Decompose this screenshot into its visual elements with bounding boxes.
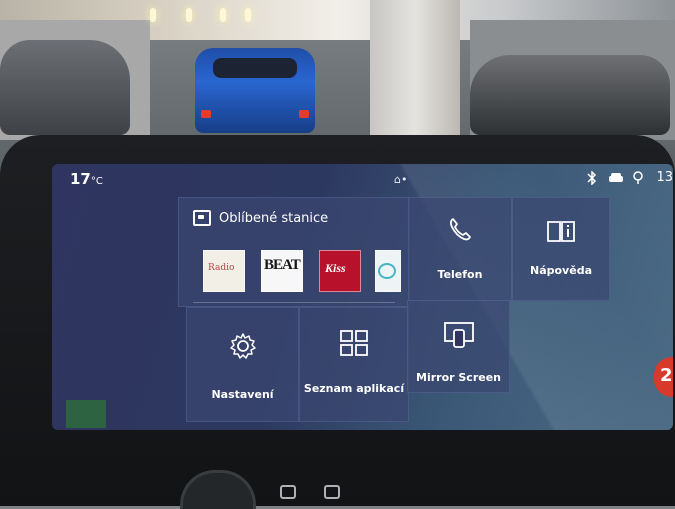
favorite-stations-tile[interactable]: Oblíbené stanice Radio BEAT Kiss xyxy=(178,197,410,307)
phone-icon xyxy=(450,218,471,241)
ceiling-light xyxy=(245,8,251,22)
station-logo-3[interactable]: Kiss xyxy=(319,250,361,292)
tail-light xyxy=(201,110,211,118)
blue-car xyxy=(195,48,315,133)
pillar xyxy=(370,0,460,150)
napoveda-tile[interactable]: Nápověda xyxy=(512,197,610,301)
tail-light xyxy=(299,110,309,118)
station-logo-2[interactable]: BEAT xyxy=(261,250,303,292)
parked-car-right xyxy=(470,55,670,135)
location-pin-icon xyxy=(633,170,644,184)
station-4-logo xyxy=(378,263,396,279)
showroom-background xyxy=(0,0,675,150)
gear-icon xyxy=(229,333,256,359)
nastaveni-label: Nastavení xyxy=(211,388,274,401)
book-info-icon xyxy=(547,221,575,242)
nastaveni-tile[interactable]: Nastavení xyxy=(186,307,299,422)
status-strip xyxy=(66,400,106,428)
bluetooth-icon xyxy=(587,170,597,185)
ceiling-light xyxy=(220,8,226,22)
grid-icon xyxy=(340,330,368,356)
station-logo-1[interactable]: Radio xyxy=(203,250,245,292)
infotainment-screen: 17°C ⌂• 13 Oblíbené stanice Radio BEAT K… xyxy=(52,164,673,430)
station-1-logo-text: Radio xyxy=(208,263,235,273)
car-rear-window xyxy=(213,58,297,78)
telefon-label: Telefon xyxy=(437,268,483,281)
seznam-aplikaci-label: Seznam aplikací xyxy=(303,382,405,395)
favorite-stations-title: Oblíbené stanice xyxy=(219,210,329,226)
mirror-screen-label: Mirror Screen xyxy=(416,371,501,384)
home-icon[interactable] xyxy=(280,485,296,499)
station-3-logo-text: Kiss xyxy=(325,261,346,275)
radio-icon xyxy=(193,210,211,226)
temperature-readout: 17°C xyxy=(70,170,103,188)
status-icons: 13 xyxy=(584,170,673,185)
car-settings-icon[interactable] xyxy=(324,485,340,499)
ceiling-light xyxy=(186,8,192,22)
temperature-value: 17 xyxy=(70,170,91,188)
status-right-text: 13 xyxy=(656,170,673,185)
station-2-logo-text: BEAT xyxy=(264,257,301,273)
telefon-tile[interactable]: Telefon xyxy=(408,197,512,301)
car-icon xyxy=(609,172,624,182)
mirror-screen-icon xyxy=(443,322,474,348)
ceiling-light xyxy=(150,8,156,22)
home-indicator[interactable]: ⌂• xyxy=(394,173,407,186)
divider xyxy=(193,302,395,303)
mirror-screen-tile[interactable]: Mirror Screen xyxy=(407,300,510,393)
seznam-aplikaci-tile[interactable]: Seznam aplikací xyxy=(299,307,409,422)
napoveda-label: Nápověda xyxy=(530,264,592,277)
status-bar: 17°C ⌂• 13 xyxy=(52,164,673,194)
station-logo-4[interactable] xyxy=(375,250,401,292)
temperature-unit: °C xyxy=(90,176,103,187)
parked-car-left xyxy=(0,40,130,135)
hardware-buttons xyxy=(280,485,340,499)
favorite-stations-header: Oblíbené stanice xyxy=(193,210,328,226)
